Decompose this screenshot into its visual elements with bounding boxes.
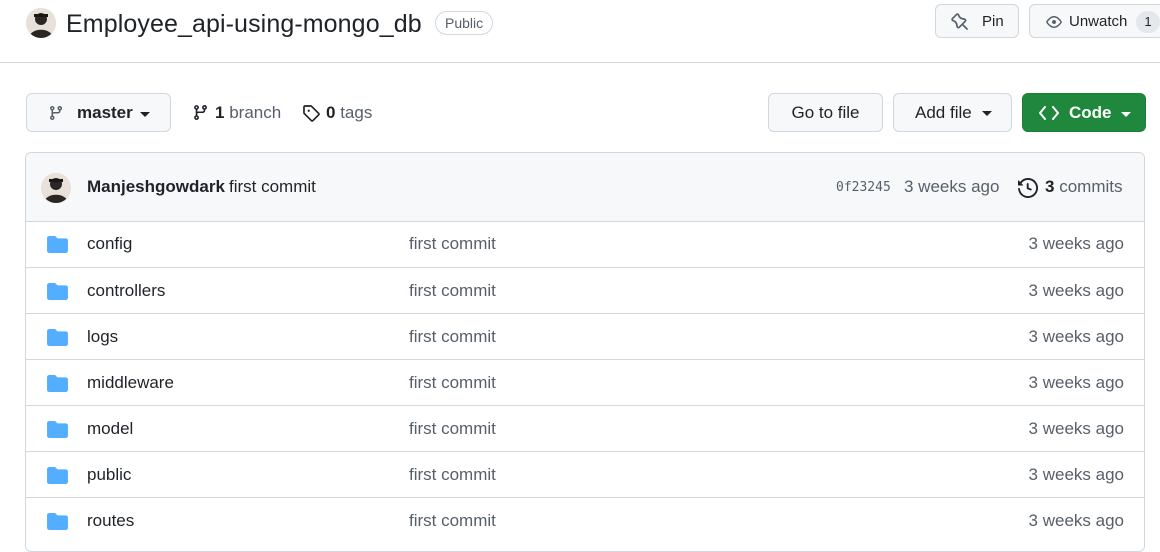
folder-icon — [47, 513, 68, 530]
file-commit-time: 3 weeks ago — [1028, 419, 1124, 438]
tag-icon — [303, 105, 320, 122]
pin-icon — [951, 13, 968, 30]
file-commit-message[interactable]: first commit — [409, 325, 496, 349]
git-branch-icon — [194, 105, 207, 120]
file-commit-time: 3 weeks ago — [1028, 465, 1124, 484]
file-row[interactable]: middleware first commit 3 weeks ago — [26, 359, 1144, 405]
git-branch-icon — [49, 106, 62, 121]
history-icon — [1018, 178, 1038, 198]
file-name[interactable]: config — [87, 232, 132, 256]
code-label: Code — [1069, 103, 1112, 122]
commit-message[interactable]: first commit — [229, 175, 316, 199]
file-commit-message[interactable]: first commit — [409, 232, 496, 256]
commit-count-word: commits — [1059, 177, 1123, 196]
tag-word: tags — [340, 103, 373, 122]
commit-author[interactable]: Manjeshgowdark — [87, 175, 225, 199]
chevron-down-icon — [140, 112, 150, 117]
pin-label: Pin — [982, 13, 1004, 30]
folder-icon — [47, 236, 68, 253]
folder-icon — [47, 329, 68, 346]
branch-selector[interactable]: master — [26, 93, 171, 132]
commit-time: 3 weeks ago — [904, 177, 1000, 196]
branch-count: 1 — [215, 103, 225, 122]
owner-avatar[interactable] — [26, 8, 56, 38]
branch-word: branch — [229, 103, 282, 122]
file-browser: Manjeshgowdark first commit 0f23245 3 we… — [25, 152, 1145, 552]
file-row[interactable]: model first commit 3 weeks ago — [26, 405, 1144, 451]
file-commit-message[interactable]: first commit — [409, 371, 496, 395]
file-commit-message[interactable]: first commit — [409, 417, 496, 441]
file-name[interactable]: model — [87, 417, 133, 441]
go-to-file-button[interactable]: Go to file — [768, 93, 883, 132]
file-name[interactable]: middleware — [87, 371, 174, 395]
file-row[interactable]: public first commit 3 weeks ago — [26, 451, 1144, 497]
folder-icon — [47, 421, 68, 438]
file-commit-time: 3 weeks ago — [1028, 327, 1124, 346]
file-commit-message[interactable]: first commit — [409, 463, 496, 487]
file-name[interactable]: logs — [87, 325, 118, 349]
file-commit-time: 3 weeks ago — [1028, 511, 1124, 530]
chevron-down-icon — [982, 111, 992, 116]
file-commit-time: 3 weeks ago — [1028, 281, 1124, 300]
repo-name[interactable]: Employee_api-using-mongo_db — [66, 6, 422, 42]
unwatch-label: Unwatch — [1069, 13, 1128, 30]
tag-count: 0 — [326, 103, 336, 122]
commit-count: 3 — [1045, 177, 1055, 196]
add-file-label: Add file — [915, 103, 972, 122]
watch-count: 1 — [1136, 11, 1160, 33]
add-file-button[interactable]: Add file — [893, 93, 1012, 132]
file-name[interactable]: controllers — [87, 279, 165, 303]
pin-button[interactable]: Pin — [935, 4, 1019, 38]
latest-commit-bar: Manjeshgowdark first commit 0f23245 3 we… — [26, 153, 1144, 222]
file-list: config first commit 3 weeks ago controll… — [26, 222, 1144, 543]
commit-author-avatar[interactable] — [41, 173, 71, 203]
code-button[interactable]: Code — [1022, 93, 1146, 132]
file-commit-time: 3 weeks ago — [1028, 373, 1124, 392]
file-row[interactable]: routes first commit 3 weeks ago — [26, 497, 1144, 543]
file-commit-message[interactable]: first commit — [409, 279, 496, 303]
visibility-badge: Public — [435, 11, 494, 35]
file-commit-time: 3 weeks ago — [1028, 234, 1124, 253]
eye-icon — [1046, 16, 1062, 28]
commit-sha[interactable]: 0f23245 — [836, 179, 891, 197]
file-row[interactable]: controllers first commit 3 weeks ago — [26, 267, 1144, 313]
folder-icon — [47, 467, 68, 484]
folder-icon — [47, 375, 68, 392]
repo-header: Employee_api-using-mongo_db Public Pin U… — [0, 0, 1160, 63]
folder-icon — [47, 283, 68, 300]
file-name[interactable]: public — [87, 463, 131, 487]
unwatch-button[interactable]: Unwatch 1 — [1029, 4, 1160, 38]
file-row[interactable]: config first commit 3 weeks ago — [26, 222, 1144, 267]
file-name[interactable]: routes — [87, 509, 134, 533]
branch-name: master — [77, 103, 133, 122]
code-icon — [1039, 106, 1059, 120]
file-row[interactable]: logs first commit 3 weeks ago — [26, 313, 1144, 359]
file-commit-message[interactable]: first commit — [409, 509, 496, 533]
chevron-down-icon — [1121, 112, 1131, 117]
